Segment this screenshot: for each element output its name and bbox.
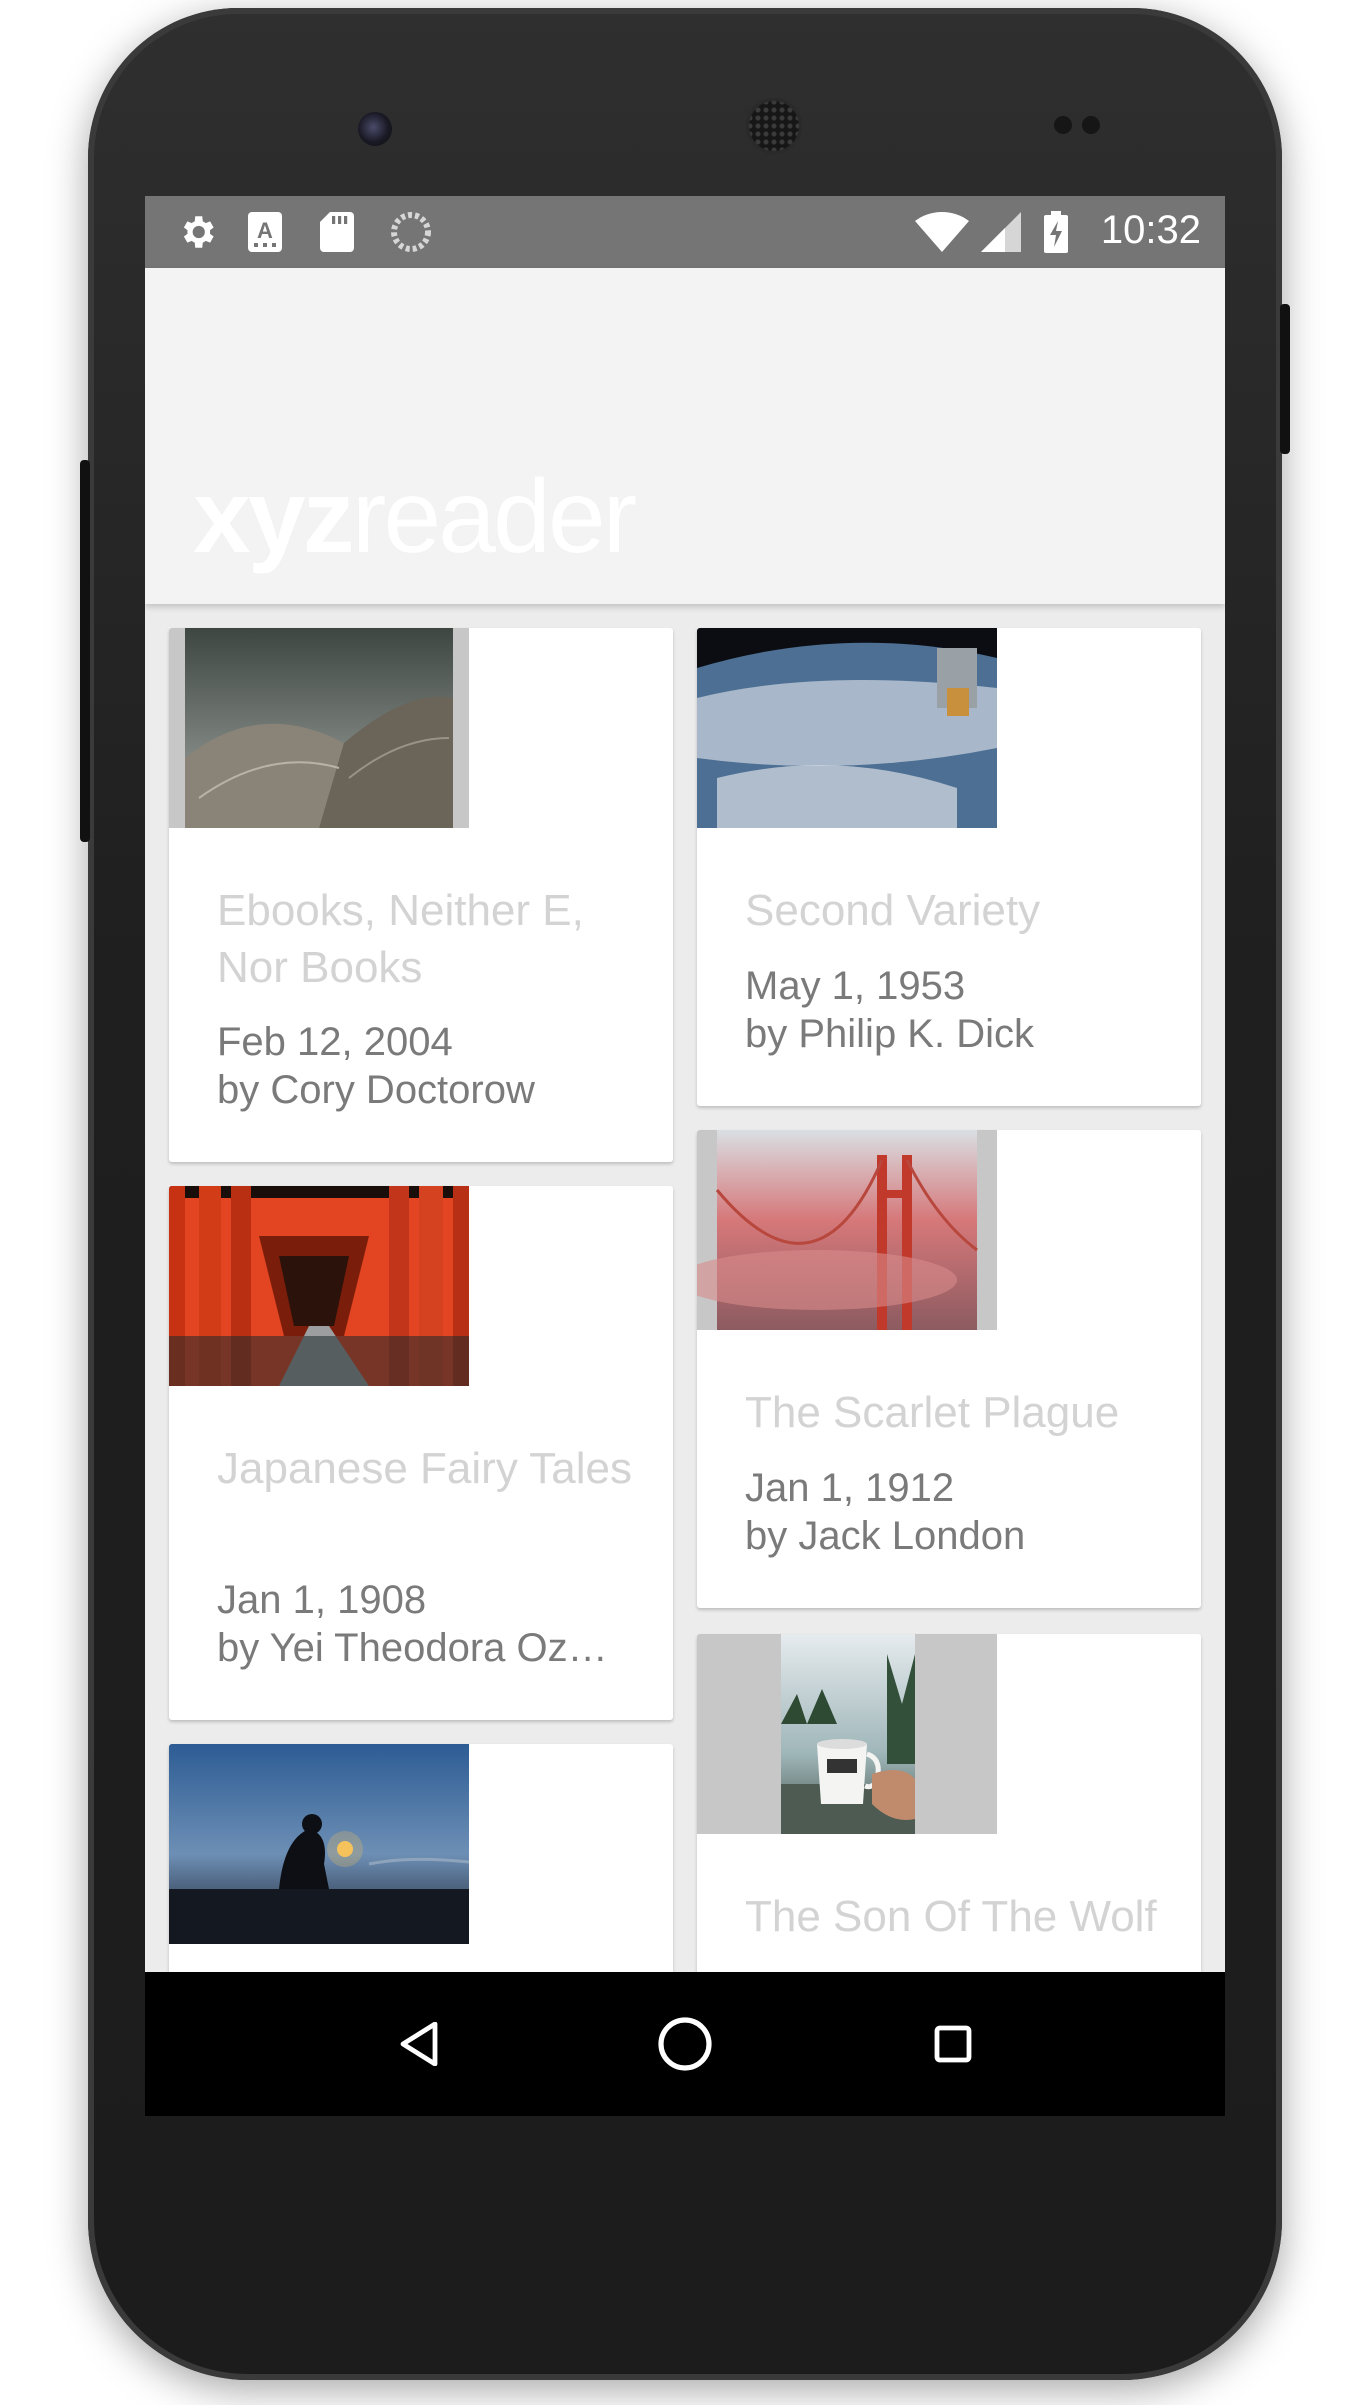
lantern-silhouette-image [169,1744,469,1944]
sd-card-icon [319,212,355,252]
back-icon[interactable] [391,2016,447,2072]
curved-rooftop-image [169,628,469,828]
status-bar: A 10:32 [145,196,1225,268]
article-author: by Jack London [745,1514,1026,1558]
article-card[interactable]: The Scarlet Plague Jan 1, 1912 by Jack L… [697,1130,1201,1608]
article-title: The Son Of The Wolf [745,1892,1157,1941]
signal-icon [981,212,1021,252]
article-date: May 1, 1953 [745,964,966,1008]
recents-icon[interactable] [925,2016,981,2072]
app-logo: xyzreader [193,458,638,577]
device-screen: A 10:32 xyzreader Ebooks, Neither E, Nor… [145,196,1225,2116]
article-card[interactable]: Japanese Fairy Tales Jan 1, 1908 by Yei … [169,1186,673,1720]
light-sensor [1082,116,1100,134]
article-card[interactable]: Ebooks, Neither E, Nor Books Feb 12, 200… [169,628,673,1162]
article-author: by Cory Doctorow [217,1068,535,1112]
article-title: Ebooks, Neither E, Nor Books [217,886,584,992]
article-author: by Philip K. Dick [745,1012,1034,1056]
app-toolbar: xyzreader [145,268,1225,604]
logo-light-text: reader [351,459,638,575]
navigation-bar [145,1972,1225,2116]
red-fog-bridge-image [697,1130,997,1330]
article-author: by Yei Theodora Oz… [217,1626,608,1670]
svg-text:A: A [257,218,273,243]
article-date: Feb 12, 2004 [217,1020,453,1064]
earpiece-speaker [746,98,802,154]
volume-button [80,460,90,842]
front-camera [358,112,392,146]
text-a-icon: A [247,212,283,252]
wifi-icon [915,212,969,252]
battery-charging-icon [1043,211,1069,253]
earth-from-orbit-image [697,628,997,828]
article-title: The Scarlet Plague [745,1388,1120,1437]
sync-icon [391,212,431,252]
power-button [1280,304,1290,454]
logo-bold-text: xyz [193,459,355,575]
article-title: Second Variety [745,886,1041,935]
home-icon[interactable] [657,2016,713,2072]
article-title: Japanese Fairy Tales [217,1444,632,1493]
status-time: 10:32 [1100,208,1201,252]
gear-icon [175,212,219,252]
camping-mug-image [697,1634,997,1834]
article-card[interactable]: Second Variety May 1, 1953 by Philip K. … [697,628,1201,1106]
article-date: Jan 1, 1912 [745,1466,955,1510]
torii-gates-image [169,1186,469,1386]
article-date: Jan 1, 1908 [217,1578,427,1622]
proximity-sensor [1054,116,1072,134]
